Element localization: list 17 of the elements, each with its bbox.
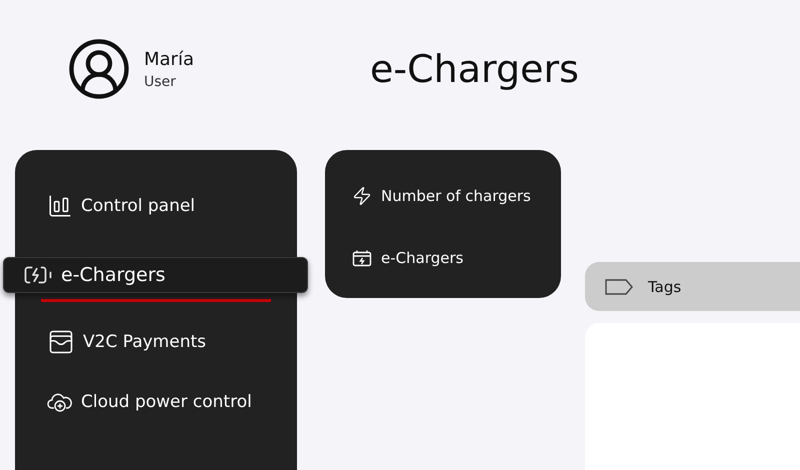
tags-label: Tags (648, 278, 682, 296)
battery-icon (352, 248, 372, 266)
tags-bar[interactable]: Tags (585, 262, 800, 311)
page-title: e-Chargers (370, 47, 579, 91)
tag-icon (604, 278, 634, 296)
submenu-item[interactable]: Number of chargers (381, 186, 531, 204)
sidebar-item[interactable]: Cloud power control (15, 384, 297, 420)
user-name: María (144, 48, 194, 70)
bar-chart-icon (47, 193, 73, 219)
sidebar-item[interactable]: Control panel (15, 188, 297, 224)
user-role: User (144, 74, 177, 90)
sidebar-item[interactable]: e-Chargers (3, 257, 308, 293)
cloud-plus-icon (47, 391, 73, 413)
wallet-icon (47, 328, 75, 356)
lightning-icon (352, 186, 372, 206)
submenu-item[interactable]: e-Chargers (381, 248, 464, 266)
sidebar-item[interactable]: V2C Payments (15, 324, 297, 360)
